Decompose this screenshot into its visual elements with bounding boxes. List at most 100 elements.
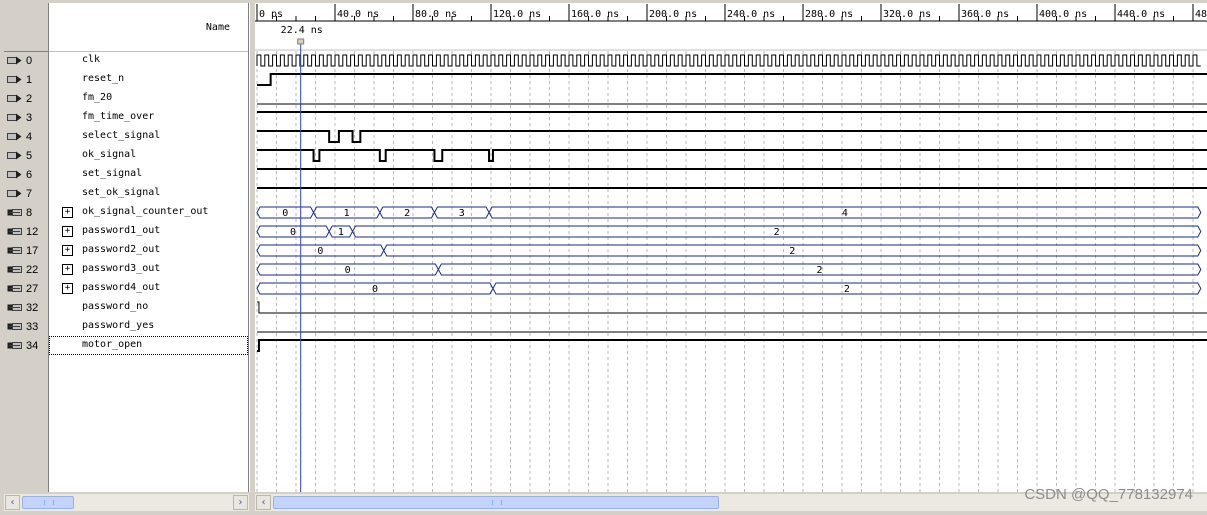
cursor-time-label: 22.4 ns [281,25,323,36]
time-tick-label: 40.0 ns [337,9,379,20]
signal-index: 27 [26,282,39,295]
expand-icon[interactable]: + [62,207,73,218]
signal-index-row[interactable]: 2 [4,89,48,108]
signal-index: 1 [26,73,33,86]
signal-row[interactable]: fm_20 [49,89,248,108]
signal-row[interactable]: password_no [49,298,248,317]
scroll-right-button[interactable]: › [233,495,248,510]
signal-index: 32 [26,301,39,314]
signal-name: password_no [82,301,149,312]
output-pin-icon [7,303,22,312]
scroll-grip-icon [492,500,502,505]
signal-row[interactable]: password_yes [49,317,248,336]
watermark: CSDN @QQ_778132974 [1024,486,1193,503]
bus-value-label: 0 [290,227,296,238]
input-pin-icon [7,132,22,141]
signal-index-row[interactable]: 34 [4,336,48,355]
signal-index-column: 0 1 2 3 4 5 6 7 8 12 17 22 27 32 33 34 [4,3,49,492]
signal-index-row[interactable]: 5 [4,146,48,165]
signal-row[interactable]: reset_n [49,70,248,89]
output-pin-icon [7,208,22,217]
scroll-thumb[interactable] [273,496,719,509]
expand-icon[interactable]: + [62,226,73,237]
signal-index-row[interactable]: 33 [4,317,48,336]
signal-row[interactable]: clk [49,51,248,70]
signal-row[interactable]: motor_open [49,336,248,355]
signal-index-row[interactable]: 8 [4,203,48,222]
time-tick-label: 480.0 ns [1195,9,1207,20]
signal-index-row[interactable]: 0 [4,51,48,70]
signal-name: set_ok_signal [82,187,161,198]
bus-value-label: 0 [372,284,378,295]
signal-index-row[interactable]: 22 [4,260,48,279]
scroll-left-button[interactable]: ‹ [256,495,271,510]
index-header [4,3,48,52]
scroll-left-button[interactable]: ‹ [5,495,20,510]
input-pin-icon [7,94,22,103]
time-tick-label: 280.0 ns [805,9,853,20]
signal-name: ok_signal [82,149,137,160]
signal-name: password_yes [82,320,155,331]
signal-index-row[interactable]: 4 [4,127,48,146]
signal-index: 7 [26,187,33,200]
input-pin-icon [7,189,22,198]
waveform-editor: 0 1 2 3 4 5 6 7 8 12 17 22 27 32 33 34 Name clk reset_n f… [0,0,1207,515]
output-pin-icon [7,322,22,331]
expand-icon[interactable]: + [62,245,73,256]
bus-value-label: 2 [774,227,780,238]
signal-waveform [257,301,1207,314]
signal-name: fm_20 [82,92,113,103]
signal-index-row[interactable]: 7 [4,184,48,203]
signal-index: 6 [26,168,33,181]
signal-row[interactable]: select_signal [49,127,248,146]
signal-index-row[interactable]: 6 [4,165,48,184]
signal-waveform [257,339,1207,352]
signal-name: password2_out [82,244,161,255]
bus-value-label: 2 [844,284,850,295]
signal-name: clk [82,54,101,65]
waveform-canvas[interactable]: 0 ps 40.0 ns 80.0 ns 120.0 ns 160.0 ns 200.0 … [255,3,1207,492]
signal-index-row[interactable]: 1 [4,70,48,89]
name-pane-scrollbar[interactable]: ‹ › [4,493,249,511]
bus-value-label: 3 [459,208,465,219]
signal-index: 5 [26,149,33,162]
signal-index: 2 [26,92,33,105]
signal-index: 34 [26,339,39,352]
bus-value-label: 0 [345,265,351,276]
signal-index-row[interactable]: 3 [4,108,48,127]
signal-index: 17 [26,244,39,257]
output-pin-icon [7,227,22,236]
signal-row[interactable]: set_signal [49,165,248,184]
scroll-thumb[interactable] [22,496,74,509]
signal-row[interactable]: fm_time_over [49,108,248,127]
signal-row[interactable]: + password1_out [49,222,248,241]
bus-value-label: 2 [404,208,410,219]
signal-index-row[interactable]: 12 [4,222,48,241]
signal-index: 4 [26,130,33,143]
signal-index: 0 [26,54,33,67]
input-pin-icon [7,113,22,122]
expand-icon[interactable]: + [62,283,73,294]
waveform-panel[interactable]: 0 ps 40.0 ns 80.0 ns 120.0 ns 160.0 ns 200.0 … [255,3,1207,492]
signal-name: ok_signal_counter_out [82,206,209,217]
name-header[interactable]: Name [49,3,248,52]
time-tick-label: 0 ps [259,9,283,20]
signal-row[interactable]: + password3_out [49,260,248,279]
bus-value-label: 0 [317,246,323,257]
output-pin-icon [7,284,22,293]
input-pin-icon [7,170,22,179]
signal-row[interactable]: + password4_out [49,279,248,298]
signal-name: password1_out [82,225,161,236]
signal-row[interactable]: + password2_out [49,241,248,260]
signal-index-row[interactable]: 17 [4,241,48,260]
signal-row[interactable]: + ok_signal_counter_out [49,203,248,222]
bus-value-label: 1 [344,208,350,219]
signal-row[interactable]: ok_signal [49,146,248,165]
signal-name: reset_n [82,73,125,84]
signal-row[interactable]: set_ok_signal [49,184,248,203]
clock-waveform [256,54,1201,67]
signal-name: select_signal [82,130,161,141]
signal-index-row[interactable]: 27 [4,279,48,298]
expand-icon[interactable]: + [62,264,73,275]
signal-index-row[interactable]: 32 [4,298,48,317]
